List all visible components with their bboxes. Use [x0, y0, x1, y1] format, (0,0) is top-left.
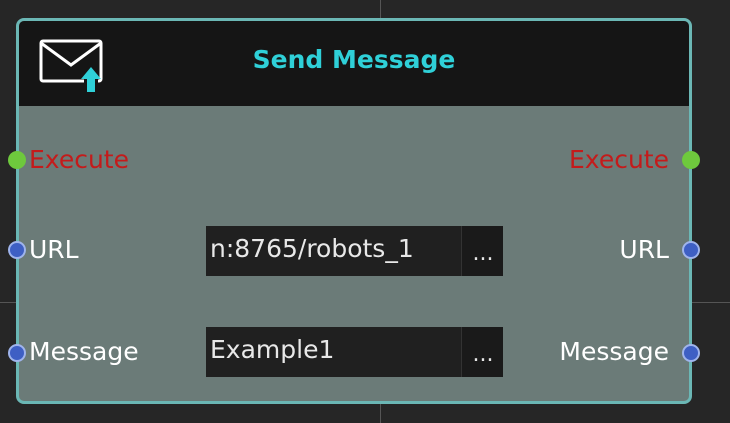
message-input-label: Message [29, 337, 139, 366]
url-input-label: URL [29, 235, 79, 264]
execute-input-label: Execute [29, 145, 129, 174]
execute-output-port[interactable] [682, 151, 700, 169]
url-output-label: URL [619, 235, 669, 264]
node-header[interactable]: Send Message [19, 21, 689, 106]
send-message-node[interactable]: Send Message Execute Execute URL n:8765/… [8, 18, 700, 404]
url-field-value[interactable]: n:8765/robots_1 [210, 234, 414, 263]
message-input-port[interactable] [8, 344, 26, 362]
message-output-port[interactable] [682, 344, 700, 362]
message-output-label: Message [559, 337, 669, 366]
message-field-value[interactable]: Example1 [210, 335, 334, 364]
execute-output-label: Execute [569, 145, 669, 174]
execute-input-port[interactable] [8, 151, 26, 169]
message-field[interactable]: Example1 ... [206, 327, 503, 377]
node-title: Send Message [252, 45, 456, 74]
url-input-port[interactable] [8, 241, 26, 259]
url-output-port[interactable] [682, 241, 700, 259]
message-browse-button[interactable]: ... [461, 327, 503, 377]
url-browse-button[interactable]: ... [461, 226, 503, 276]
url-field[interactable]: n:8765/robots_1 ... [206, 226, 503, 276]
